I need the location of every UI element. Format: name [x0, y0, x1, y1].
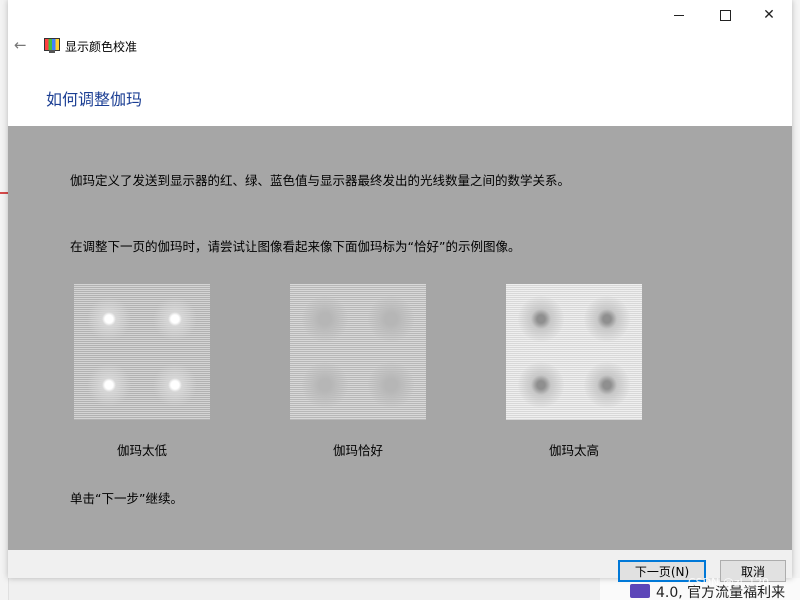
continue-instruction: 单击“下一步”继续。: [70, 491, 183, 506]
close-button[interactable]: ✕: [746, 0, 792, 30]
minimize-button[interactable]: [656, 0, 702, 30]
nav-bar: ← 显示颜色校准: [8, 30, 792, 62]
window-title: 显示颜色校准: [65, 40, 138, 54]
page-title: 如何调整伽玛: [46, 90, 143, 109]
sample-caption-low: 伽玛太低: [116, 443, 167, 458]
background-accent-line: [0, 192, 8, 194]
gamma-description: 伽玛定义了发送到显示器的红、绿、蓝色值与显示器最终发出的光线数量之间的数学关系。: [70, 173, 571, 188]
watermark-text: CSDN @zl_120: [688, 576, 770, 589]
sample-spot: [152, 362, 198, 408]
gamma-just-right-sample: [290, 284, 426, 420]
sample-caption-high: 伽玛太高: [548, 443, 599, 458]
gamma-too-low-sample: [74, 284, 210, 420]
sample-spot: [302, 362, 348, 408]
background-app-icon: [630, 584, 650, 598]
button-bar: 下一页(N) 取消: [8, 550, 792, 582]
sample-spot: [302, 296, 348, 342]
title-bar: ✕: [8, 0, 792, 30]
sample-spot: [86, 296, 132, 342]
minimize-icon: [674, 14, 684, 16]
adjustment-hint: 在调整下一页的伽玛时，请尝试让图像看起来像下面伽玛标为“恰好”的示例图像。: [70, 239, 521, 254]
sample-spot: [368, 362, 414, 408]
gamma-too-high-sample: [506, 284, 642, 420]
maximize-button[interactable]: [702, 0, 748, 30]
sample-spot: [518, 296, 564, 342]
color-calibration-window: ✕ ← 显示颜色校准 如何调整伽玛 伽玛定义了发送到显示器的红、绿、蓝色值与显示…: [8, 0, 792, 582]
sample-spot: [368, 296, 414, 342]
sample-caption-right: 伽玛恰好: [332, 443, 383, 458]
maximize-icon: [719, 9, 731, 21]
sample-spot: [86, 362, 132, 408]
sample-spot: [518, 362, 564, 408]
monitor-color-icon: [44, 38, 60, 53]
close-icon: ✕: [763, 7, 775, 23]
background-window-right: [792, 0, 800, 600]
sample-spot: [584, 296, 630, 342]
sample-spot: [584, 362, 630, 408]
sample-spot: [152, 296, 198, 342]
content-panel: 伽玛定义了发送到显示器的红、绿、蓝色值与显示器最终发出的光线数量之间的数学关系。…: [8, 126, 792, 550]
back-arrow-icon[interactable]: ←: [14, 37, 30, 53]
